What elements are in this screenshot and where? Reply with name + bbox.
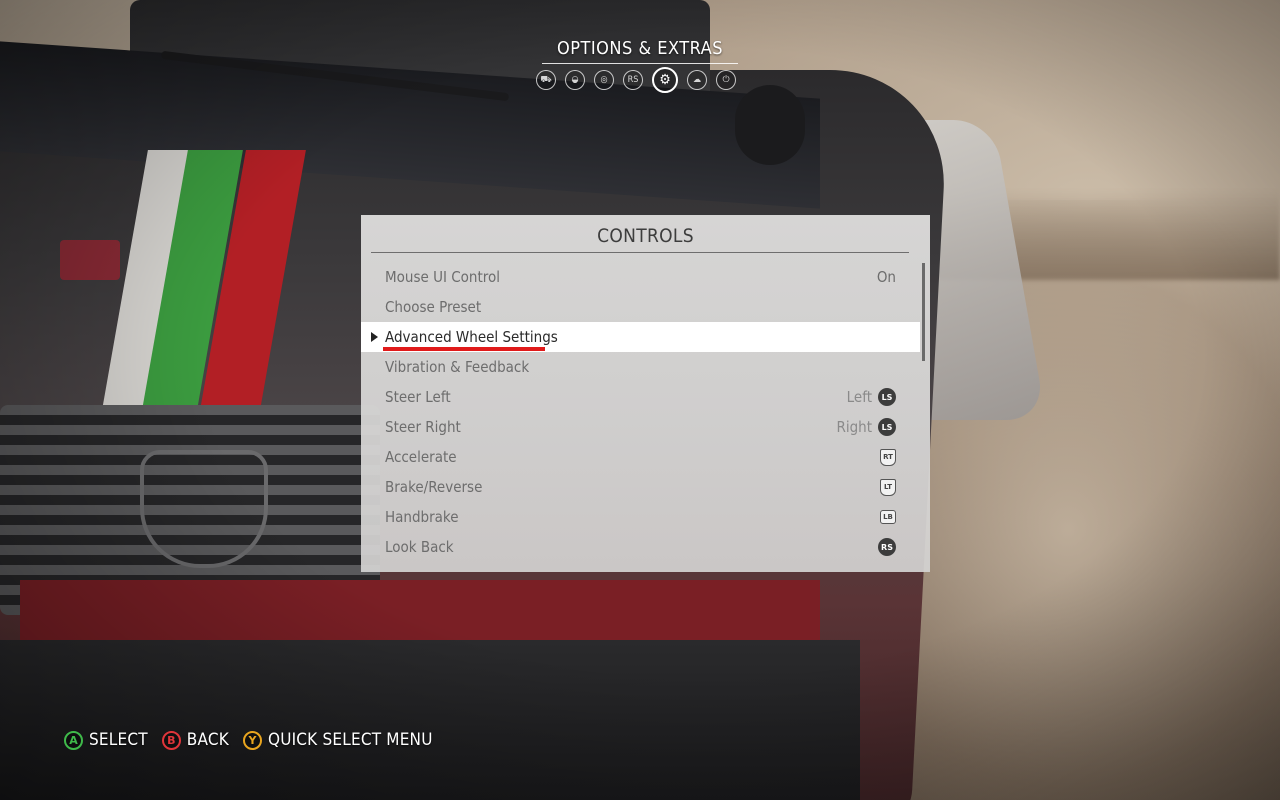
ls-button-icon: LS xyxy=(878,418,896,436)
controls-list: Mouse UI Control On Choose Preset Advanced … xyxy=(361,262,930,562)
selection-underline xyxy=(383,347,545,351)
hint-back[interactable]: B BACK xyxy=(161,730,229,750)
lb-button-icon: LB xyxy=(880,510,896,524)
menu-item-label: Choose Preset xyxy=(385,298,482,316)
menu-item-look-back[interactable]: Look Back RS xyxy=(361,532,920,562)
menu-item-value: LT xyxy=(880,478,896,496)
rt-button-icon: RT xyxy=(880,448,896,466)
menu-item-advanced-wheel-settings[interactable]: Advanced Wheel Settings xyxy=(361,322,920,352)
menu-item-value: On xyxy=(877,268,896,286)
menu-item-label: Handbrake xyxy=(385,508,459,526)
menu-item-label: Accelerate xyxy=(385,448,457,466)
menu-item-vibration-feedback[interactable]: Vibration & Feedback xyxy=(361,352,920,382)
b-button-icon: B xyxy=(161,730,181,750)
hint-label: SELECT xyxy=(89,730,148,750)
hint-quick-select-menu[interactable]: Y QUICK SELECT MENU xyxy=(242,730,433,750)
rs-badge-icon[interactable]: RS xyxy=(623,70,643,90)
menu-item-value: LB xyxy=(880,510,896,524)
menu-item-value: RT xyxy=(880,448,896,466)
title-divider xyxy=(542,63,738,64)
menu-item-value: RS xyxy=(878,538,896,556)
ls-button-icon: LS xyxy=(878,388,896,406)
menu-item-label: Advanced Wheel Settings xyxy=(385,328,558,346)
menu-item-steer-right[interactable]: Steer Right Right LS xyxy=(361,412,920,442)
menu-item-label: Look Back xyxy=(385,538,454,556)
page-title: OPTIONS & EXTRAS xyxy=(557,38,723,59)
controls-scrollbar[interactable] xyxy=(922,263,925,361)
menu-item-value-text: Right xyxy=(836,418,872,436)
menu-item-label: Steer Right xyxy=(385,418,461,436)
hint-label: QUICK SELECT MENU xyxy=(267,730,433,750)
menu-item-label: Steer Left xyxy=(385,388,451,406)
menu-item-choose-preset[interactable]: Choose Preset xyxy=(361,292,920,322)
category-tabs: ⛟ ◒ ◎ RS ⚙ ☁ ⏻ xyxy=(536,67,736,93)
controls-panel: CONTROLS Mouse UI Control On Choose Preset… xyxy=(361,215,930,572)
menu-item-label: Vibration & Feedback xyxy=(385,358,530,376)
cloud-icon[interactable]: ☁ xyxy=(687,70,707,90)
menu-item-label: Mouse UI Control xyxy=(385,268,500,286)
menu-item-value-text: On xyxy=(876,268,896,286)
a-button-icon: A xyxy=(64,730,83,750)
lt-button-icon: LT xyxy=(880,478,896,496)
hint-select[interactable]: A SELECT xyxy=(64,730,148,750)
panel-title-divider xyxy=(371,252,909,253)
steering-wheel-icon[interactable]: ◎ xyxy=(594,70,614,90)
menu-item-value: Left LS xyxy=(847,388,896,406)
selection-arrow-icon xyxy=(371,332,378,342)
power-icon[interactable]: ⏻ xyxy=(716,70,736,90)
menu-item-label: Brake/Reverse xyxy=(385,478,483,496)
options-header: OPTIONS & EXTRAS xyxy=(540,38,740,64)
button-hints-bar: A SELECT B BACK Y QUICK SELECT MENU xyxy=(64,730,433,750)
gears-icon[interactable]: ⚙ xyxy=(652,67,678,93)
menu-item-value: Right LS xyxy=(836,418,896,436)
menu-item-steer-left[interactable]: Steer Left Left LS xyxy=(361,382,920,412)
panel-title: CONTROLS xyxy=(597,225,694,247)
menu-item-accelerate[interactable]: Accelerate RT xyxy=(361,442,920,472)
y-button-icon: Y xyxy=(242,730,262,750)
car-icon[interactable]: ⛟ xyxy=(536,70,556,90)
menu-item-value-text: Left xyxy=(846,388,872,406)
helmet-icon[interactable]: ◒ xyxy=(565,70,585,90)
menu-item-brake-reverse[interactable]: Brake/Reverse LT xyxy=(361,472,920,502)
rs-button-icon: RS xyxy=(878,538,896,556)
menu-item-handbrake[interactable]: Handbrake LB xyxy=(361,502,920,532)
hint-label: BACK xyxy=(186,730,229,750)
menu-item-mouse-ui-control[interactable]: Mouse UI Control On xyxy=(361,262,920,292)
